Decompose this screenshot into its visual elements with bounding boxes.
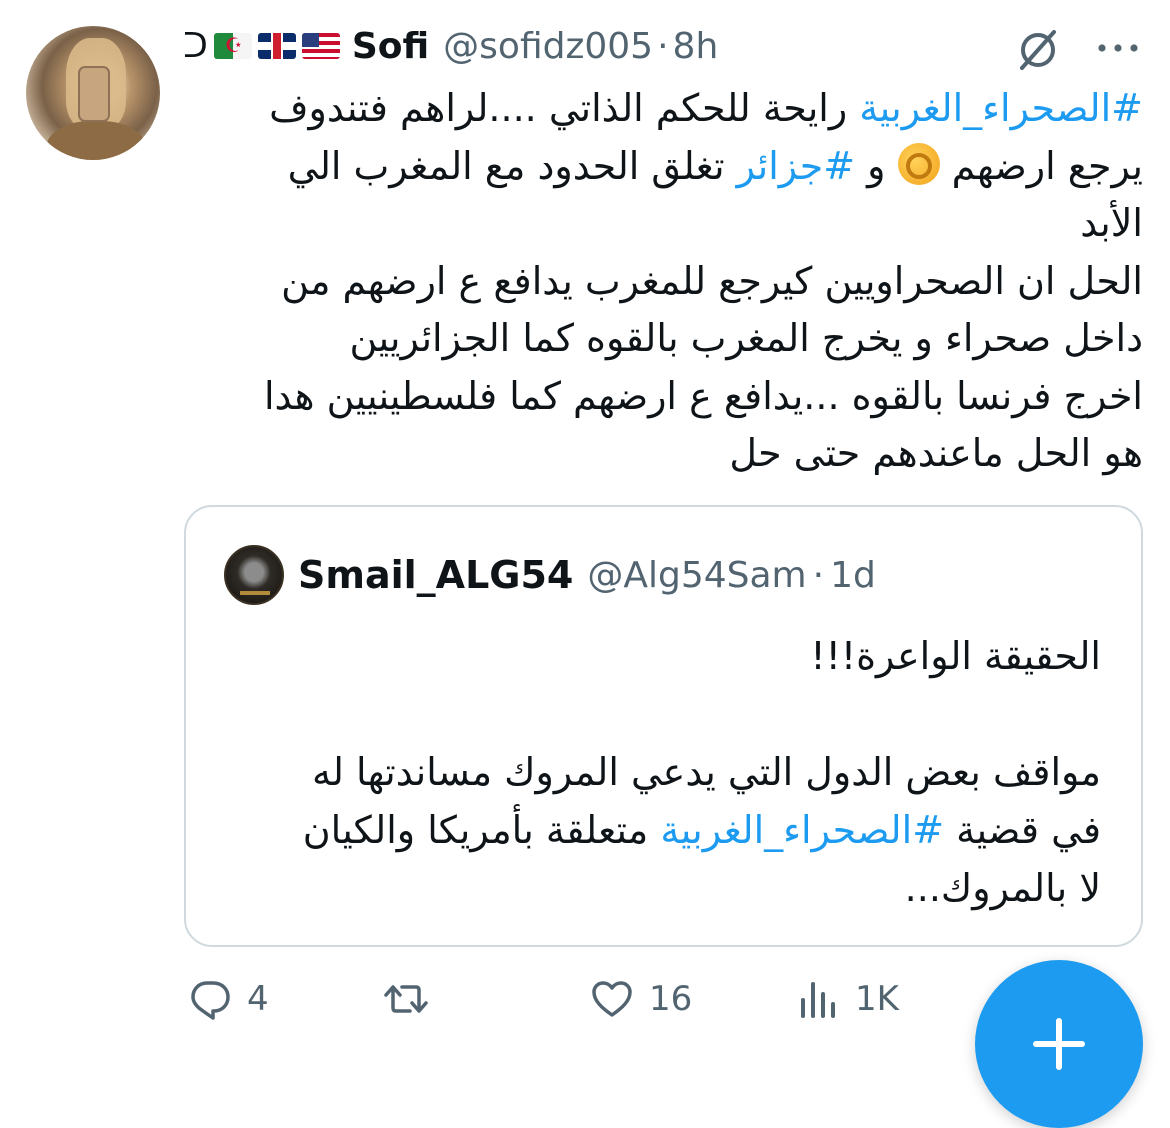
tweet-text-segment: و [855,143,898,188]
quoted-line: في قضية #الصحراء_الغربية متعلقة بأمريكا … [221,801,1101,859]
tweet-text-segment: تغلق الحدود مع المغرب الي [287,143,737,188]
more-options-icon[interactable] [1094,40,1142,56]
tweet-text: #الصحراء_الغربية رايحة للحكم الذاتي ....… [183,80,1143,483]
views-chart-icon [801,982,835,1018]
hashtag-link[interactable]: #الصحراء_الغربية [660,808,944,852]
quoted-author-avatar[interactable] [224,545,284,605]
like-count: 16 [649,979,693,1019]
like-button[interactable]: 16 [589,968,692,1030]
author-avatar[interactable] [26,26,160,160]
tweet[interactable]: ᑐ Sofi @sofidz005 · 8h #الصحراء_الغربية … [0,0,1170,1128]
author-name-symbol: ᑐ [183,26,208,66]
tweet-text-segment: يرجع ارضهم [939,143,1143,188]
quoted-tweet-time[interactable]: 1d [830,555,876,596]
uk-flag-icon [257,33,296,59]
algeria-flag-icon [213,33,252,59]
quoted-tweet-text: الحقيقة الواعرة!!! مواقف بعض الدول التي … [221,627,1101,917]
separator-dot: · [812,554,825,596]
quoted-line: مواقف بعض الدول التي يدعي المروك مساندته… [312,750,1101,794]
views-button[interactable]: 1K [795,968,899,1030]
quoted-tweet[interactable]: Smail_ALG54 @Alg54Sam · 1d الحقيقة الواع… [184,505,1143,947]
retweet-icon [384,985,428,1013]
tweet-line: اخرج فرنسا بالقوه ...يدافع ع ارضهم كما ف… [263,373,1143,418]
tweet-header: ᑐ Sofi @sofidz005 · 8h [183,18,1143,74]
author-name[interactable]: Sofi [352,26,429,67]
author-handle[interactable]: @sofidz005 [443,26,653,67]
plus-icon [1033,1018,1085,1070]
us-flag-icon [301,33,340,59]
hashtag-link[interactable]: #جزائر [737,144,855,188]
quoted-line: لا بالمروك... [904,866,1101,910]
tweet-line: الحل ان الصحراويين كيرجع للمغرب يدافع ع … [281,258,1143,303]
grok-icon[interactable] [1014,26,1062,74]
heart-icon [592,981,632,1017]
tweet-time[interactable]: 8h [673,26,719,67]
reply-icon [191,981,230,1020]
quoted-tweet-header: Smail_ALG54 @Alg54Sam · 1d [298,547,876,603]
tweet-line: داخل صحراء و يخرج المغرب بالقوه كما الجز… [349,316,1143,360]
hashtag-link[interactable]: #الصحراء_الغربية [859,86,1143,130]
reply-count: 4 [247,979,269,1019]
tweet-line: هو الحل ماعندهم حتى حل [729,431,1143,475]
views-count: 1K [855,979,899,1019]
quoted-text-segment: متعلقة بأمريكا والكيان [302,808,661,852]
tweet-text-segment: رايحة للحكم الذاتي ....لراهم فتندوف [269,86,860,130]
separator-dot: · [657,25,669,67]
compose-button[interactable] [975,960,1143,1128]
tweet-line: الأبد [1080,201,1143,245]
quoted-author-handle[interactable]: @Alg54Sam [587,555,806,596]
tweet-line: يرجع ارضهم و #جزائر تغلق الحدود مع المغر… [183,138,1143,196]
avatar-coat [46,121,146,160]
quoted-author-name[interactable]: Smail_ALG54 [298,553,573,597]
avatar-phone [78,66,110,122]
quoted-text-segment: في قضية [944,808,1101,852]
retweet-button[interactable] [383,968,443,1030]
ok-hand-emoji-icon [897,142,940,185]
tweet-line: #الصحراء_الغربية رايحة للحكم الذاتي ....… [183,80,1143,138]
quoted-line: الحقيقة الواعرة!!! [810,634,1101,678]
reply-button[interactable]: 4 [187,968,269,1030]
